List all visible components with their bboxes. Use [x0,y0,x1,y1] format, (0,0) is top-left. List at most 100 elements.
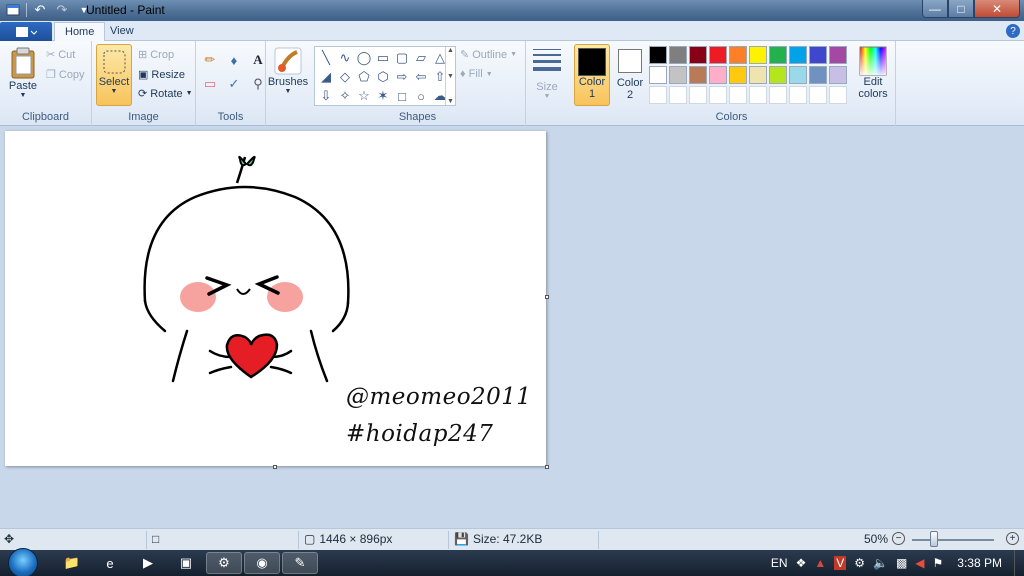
language-indicator[interactable]: EN [771,556,788,570]
palette-swatch-r2-c4[interactable] [709,66,727,84]
palette-swatch-r2-c8[interactable] [789,66,807,84]
file-explorer-icon[interactable]: 📁 [54,552,90,574]
internet-explorer-icon[interactable]: e [92,552,128,574]
tab-view[interactable]: View [100,22,144,42]
custom-color-slot-10[interactable] [829,86,847,104]
paint-app-icon[interactable]: ✎ [282,552,318,574]
resize-handle-right[interactable] [545,295,549,299]
resize-handle-corner[interactable] [545,465,549,469]
palette-swatch-r2-c7[interactable] [769,66,787,84]
diamond-shape-icon[interactable]: ◇ [336,68,354,86]
palette-swatch-r2-c9[interactable] [809,66,827,84]
callout-rectangle-shape-icon[interactable]: □ [393,87,411,105]
custom-color-slot-4[interactable] [709,86,727,104]
palette-swatch-r1-c5[interactable] [729,46,747,64]
palette-swatch-r1-c8[interactable] [789,46,807,64]
show-desktop-button[interactable] [1014,550,1024,576]
palette-swatch-r2-c5[interactable] [729,66,747,84]
paste-button[interactable]: Paste ▼ [6,46,40,99]
palette-swatch-r1-c10[interactable] [829,46,847,64]
custom-color-slot-2[interactable] [669,86,687,104]
six-point-star-shape-icon[interactable]: ✶ [374,87,392,105]
magnifier-icon[interactable]: ⚲ [248,74,268,94]
palette-swatch-r1-c4[interactable] [709,46,727,64]
size-button[interactable]: Size ▼ [530,47,564,100]
fill-button[interactable]: ♦ Fill ▼ [460,68,493,80]
shapes-gallery[interactable]: ╲ ∿ ◯ ▭ ▢ ▱ △ ◢ ◇ ⬠ ⬡ ⇨ ⇦ ⇧ ⇩ ✧ ☆ ✶ □ ○ [314,46,456,106]
custom-color-slot-3[interactable] [689,86,707,104]
zoom-in-button[interactable]: + [1006,532,1019,545]
oval-shape-icon[interactable]: ◯ [355,49,373,67]
five-point-star-shape-icon[interactable]: ☆ [355,87,373,105]
redo-icon[interactable]: ↷ [53,2,71,18]
four-point-star-shape-icon[interactable]: ✧ [336,87,354,105]
color2-button[interactable]: Color 2 [614,47,646,101]
edit-colors-button[interactable]: Edit colors [856,46,890,100]
network-icon[interactable]: ▩ [896,556,907,570]
callout-oval-shape-icon[interactable]: ○ [412,87,430,105]
curve-shape-icon[interactable]: ∿ [336,49,354,67]
polygon-shape-icon[interactable]: ▱ [412,49,430,67]
brushes-button[interactable]: Brushes ▼ [268,46,308,95]
right-triangle-shape-icon[interactable]: ◢ [317,68,335,86]
speaker-icon[interactable]: ◀ [915,556,924,570]
zoom-slider-thumb[interactable] [930,531,938,547]
rectangle-shape-icon[interactable]: ▭ [374,49,392,67]
palette-swatch-r1-c3[interactable] [689,46,707,64]
color1-button[interactable]: Color 1 [574,44,610,106]
palette-swatch-r1-c2[interactable] [669,46,687,64]
palette-swatch-r2-c3[interactable] [689,66,707,84]
close-button[interactable]: ✕ [974,0,1020,18]
tray-app-v-icon[interactable]: V [834,556,847,570]
palette-swatch-r1-c6[interactable] [749,46,767,64]
shapes-scrollbar[interactable]: ▲ ▼ ▼ [445,47,455,105]
zoom-out-button[interactable]: − [892,532,905,545]
help-icon[interactable]: ? [1006,24,1020,38]
palette-swatch-r2-c6[interactable] [749,66,767,84]
palette-swatch-r2-c1[interactable] [649,66,667,84]
rotate-button[interactable]: ⟳ Rotate ▼ [138,87,193,101]
video-app-icon[interactable]: ▣ [168,552,204,574]
cut-button[interactable]: ✂ Cut [46,48,75,62]
chrome-icon[interactable]: ◉ [244,552,280,574]
volume-icon[interactable]: 🔈 [873,556,888,570]
custom-color-slot-1[interactable] [649,86,667,104]
palette-swatch-r1-c9[interactable] [809,46,827,64]
palette-swatch-r2-c10[interactable] [829,66,847,84]
clock[interactable]: 3:38 PM [957,556,1002,570]
pentagon-shape-icon[interactable]: ⬠ [355,68,373,86]
custom-color-slot-8[interactable] [789,86,807,104]
rounded-rectangle-shape-icon[interactable]: ▢ [393,49,411,67]
zoom-slider[interactable] [912,539,994,541]
fill-bucket-icon[interactable]: ♦ [224,50,244,70]
text-tool-icon[interactable]: A [248,50,268,70]
action-center-icon[interactable]: ⚑ [933,556,944,570]
pencil-icon[interactable]: ✏ [200,50,220,70]
app-menu-icon[interactable] [4,2,22,18]
tray-app-icon[interactable]: ❖ [796,556,807,570]
custom-color-slot-9[interactable] [809,86,827,104]
crop-button[interactable]: ⊞ Crop [138,48,174,62]
down-arrow-shape-icon[interactable]: ⇩ [317,87,335,105]
custom-color-slot-5[interactable] [729,86,747,104]
resize-button[interactable]: ▣ Resize [138,68,185,82]
resize-handle-bottom[interactable] [273,465,277,469]
start-button[interactable] [8,548,38,576]
outline-button[interactable]: ✎ Outline ▼ [460,48,517,62]
line-shape-icon[interactable]: ╲ [317,49,335,67]
copy-button[interactable]: ❐ Copy [46,68,85,82]
custom-color-slot-7[interactable] [769,86,787,104]
drawing-canvas[interactable]: @meomeo2011 #hoidap247 [5,131,546,466]
undo-icon[interactable]: ↶ [31,2,49,18]
palette-swatch-r2-c2[interactable] [669,66,687,84]
tray-shield-icon[interactable]: ▲ [814,556,826,570]
palette-swatch-r1-c1[interactable] [649,46,667,64]
palette-swatch-r1-c7[interactable] [769,46,787,64]
color-picker-icon[interactable]: ✓ [224,74,244,94]
media-player-icon[interactable]: ▶ [130,552,166,574]
custom-color-slot-6[interactable] [749,86,767,104]
tray-gear-icon[interactable]: ⚙ [854,556,865,570]
select-button[interactable]: Select ▼ [96,44,132,106]
paint-tool-icon[interactable]: ⚙ [206,552,242,574]
paint-menu-button[interactable] [0,22,52,41]
